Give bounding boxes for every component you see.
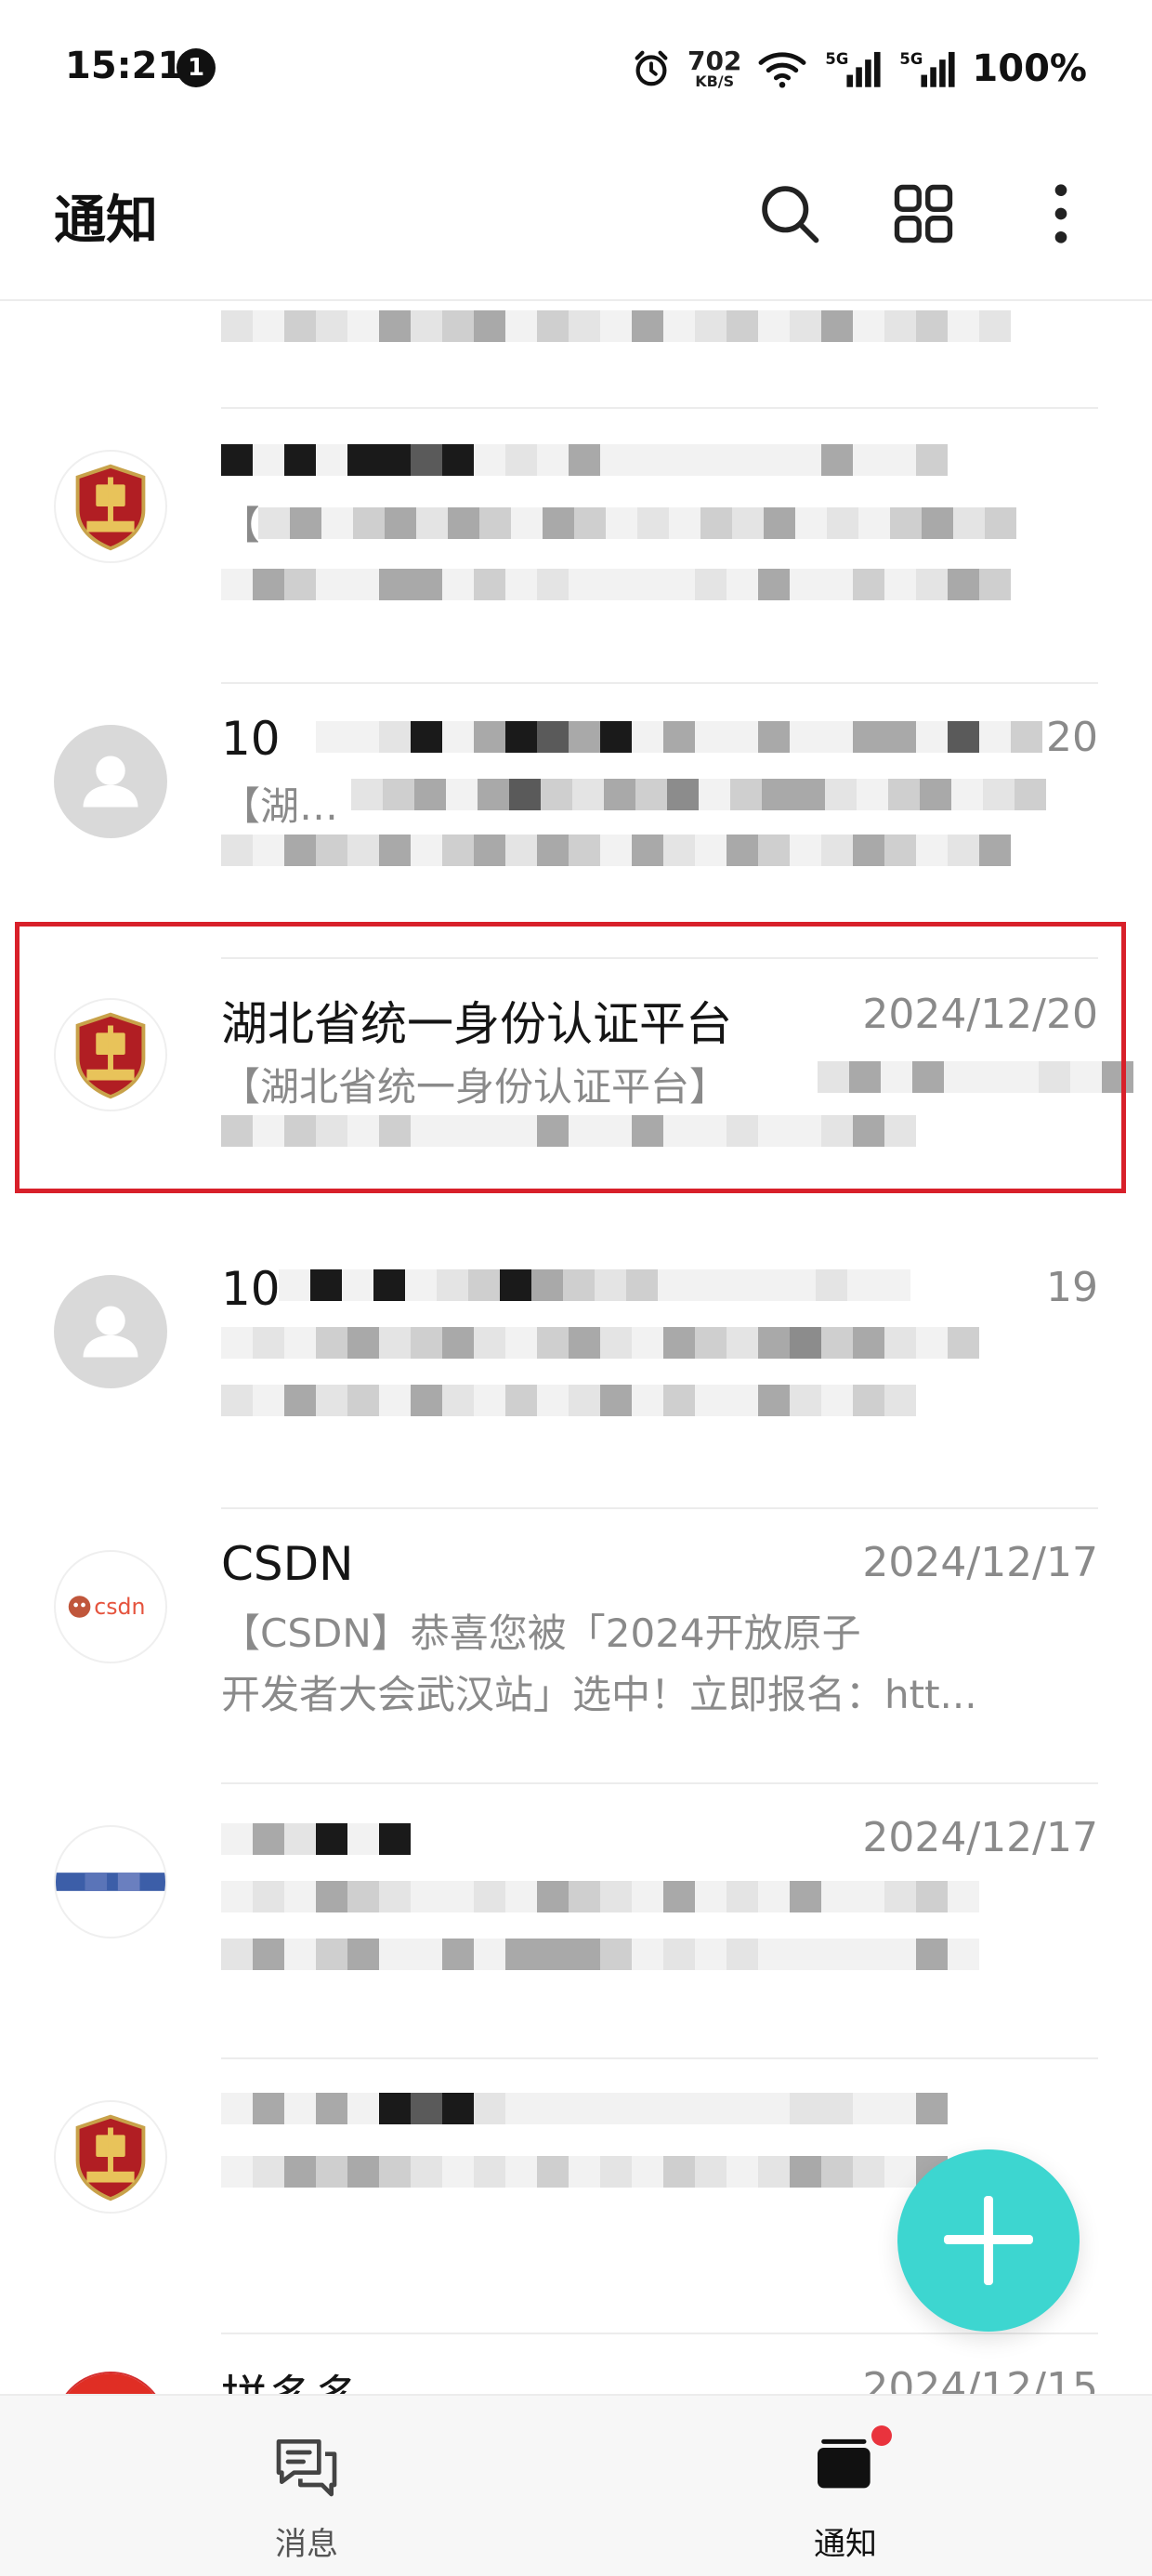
redacted-text [258,507,1016,539]
notification-date: 2024/12/15 [862,2364,1098,2394]
avatar [54,1825,167,1939]
add-button[interactable] [897,2149,1080,2332]
redacted-name [279,1269,910,1301]
search-icon [762,186,819,243]
avatar [54,1275,167,1388]
notification-item[interactable]: 10 20 【湖北省 [0,684,1152,959]
notification-list[interactable]: 【 10 20 【湖北省 [0,301,1152,2394]
message-preview-line-1: 【 [221,503,258,548]
pinduoduo-logo-icon [56,2373,165,2394]
bottom-navigation: 消息 通知 [0,2394,1152,2576]
notification-date: 2024/12/17 [862,1814,1098,1861]
sender-name: 湖北省统一身份认证平台 [221,997,732,1051]
redacted-name [221,444,948,476]
nav-label: 通知 [814,2526,877,2563]
alarm-icon [635,50,668,86]
redacted-text [221,2156,948,2188]
net-speed: 702 KB/S [687,46,742,90]
wifi-icon [758,52,806,88]
nav-notifications[interactable]: 通知 [706,2396,985,2576]
grid-view-button[interactable] [877,167,970,260]
redacted-text [818,1061,1133,1093]
search-button[interactable] [743,167,836,260]
status-icons: 702 KB/S 5G 5G 100% [630,41,1087,97]
redacted-text [221,1939,979,1970]
signal-icon: 5G [826,50,881,87]
sender-name: 10 [221,712,281,766]
redacted-text [221,835,1011,866]
app-bar: 通知 [0,139,1152,297]
redacted-name [221,2093,948,2124]
more-vertical-icon [1054,184,1067,243]
redacted-text [221,569,1011,600]
avatar [54,450,167,563]
avatar [54,725,167,838]
notification-date: 20 [1046,714,1098,761]
notification-date: 2024/12/20 [862,991,1098,1038]
sender-name: CSDN [221,1537,354,1591]
notification-date: 19 [1046,1264,1098,1311]
svg-text:csdn: csdn [94,1594,145,1620]
redacted-text [221,1327,979,1359]
svg-text:5G: 5G [900,50,923,68]
notification-item[interactable]: 10 19 [0,1234,1152,1509]
redacted-text [221,1385,916,1416]
notification-card-icon [818,2438,871,2489]
emblem-logo-icon [75,464,146,551]
message-preview-line-2: 开发者大会武汉站」选中！立即报名：htt... [221,1672,977,1717]
redacted-text [221,1881,979,1912]
message-preview-line-1: 【湖北省统一身份认证平台】 [221,1064,729,1110]
message-preview-line-1: 【CSDN】恭喜您被「2024开放原子 [221,1610,861,1656]
sender-name: 拼多多 [221,2360,360,2394]
sender-name: 10 [221,1262,281,1316]
status-time: 15:21 [65,45,184,87]
redacted-name [221,1823,411,1855]
emblem-logo-icon [75,2114,146,2201]
default-user-icon [83,1306,138,1358]
avatar: csdn [54,1550,167,1663]
more-options-button[interactable] [1015,167,1107,260]
svg-text:5G: 5G [826,50,849,68]
redacted-name [316,721,1042,753]
grid-icon [894,184,953,243]
blue-banner-logo-icon [56,1873,165,1891]
notification-item[interactable]: 【 [0,409,1152,684]
nav-messages[interactable]: 消息 [167,2396,446,2576]
status-bar: 15:21 1 702 KB/S 5G 5G 100% [0,0,1152,139]
emblem-logo-icon [75,1012,146,1099]
unread-dot [871,2425,892,2446]
redacted-text [351,779,1046,810]
redacted-text [221,1115,916,1147]
chat-icon [276,2439,337,2497]
avatar [54,998,167,1111]
battery-level: 100% [972,47,1087,90]
default-user-icon [83,756,138,808]
notification-date: 2024/12/17 [862,1539,1098,1586]
notification-count-badge: 1 [177,48,216,87]
notification-item[interactable]: 拼多多 2024/12/15 [0,2334,1152,2394]
notification-item[interactable]: csdn CSDN 2024/12/17 【CSDN】恭喜您被「2024开放原子… [0,1509,1152,1784]
redacted-text [221,310,1011,342]
csdn-logo-icon: csdn [68,1594,146,1620]
message-preview-line-1: 【湖北省 [221,783,351,829]
notification-item[interactable] [0,301,1152,409]
notification-item[interactable]: 2024/12/17 [0,1784,1152,2059]
page-title: 通知 [54,191,158,251]
avatar [54,2100,167,2214]
signal-icon-2: 5G [900,50,955,87]
notification-item-highlighted[interactable]: 湖北省统一身份认证平台 2024/12/20 【湖北省统一身份认证平台】 [0,959,1152,1234]
nav-label: 消息 [275,2526,338,2563]
avatar [54,2372,167,2394]
